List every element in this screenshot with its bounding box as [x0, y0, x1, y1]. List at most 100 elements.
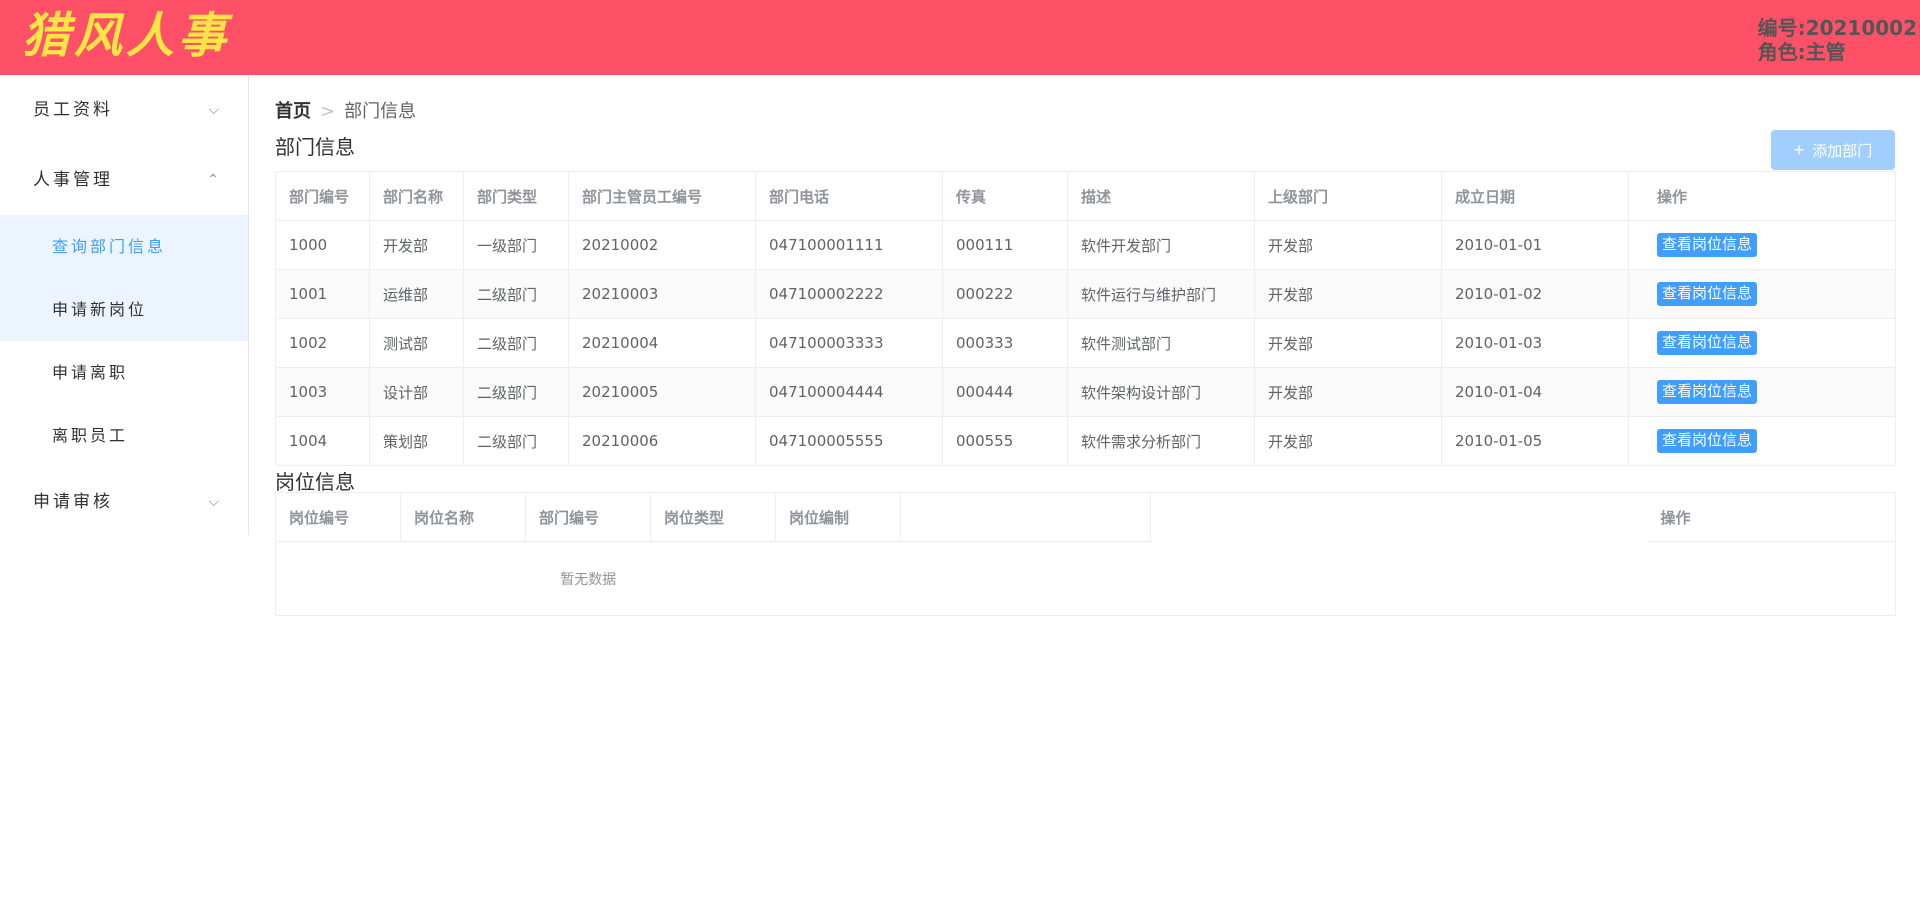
table-cell: 二级部门 — [463, 416, 569, 466]
menu-group-employee-profile[interactable]: 员工资料 ⌵ — [0, 75, 248, 145]
table-cell: 2010-01-05 — [1441, 416, 1629, 466]
table-cell: 二级部门 — [463, 269, 569, 319]
table-cell: 047100001111 — [755, 220, 943, 270]
table-cell: 2010-01-02 — [1441, 269, 1629, 319]
table-cell-action: 查看岗位信息 — [1628, 367, 1896, 417]
column-header[interactable]: 部门主管员工编号 — [568, 171, 756, 221]
menu-item-apply-new-post[interactable]: 申请新岗位 — [0, 278, 248, 341]
column-header[interactable]: 上级部门 — [1254, 171, 1442, 221]
user-role: 角色:主管 — [1757, 40, 1846, 64]
table-row[interactable]: 1004 策划部 二级部门 20210006 047100005555 0005… — [275, 416, 1896, 466]
table-cell: 047100004444 — [755, 367, 943, 417]
column-header[interactable]: 部门名称 — [369, 171, 464, 221]
plus-icon: + — [1793, 139, 1805, 160]
table-cell: 1001 — [275, 269, 370, 319]
menu-item-resigned-staff[interactable]: 离职员工 — [0, 404, 248, 467]
view-positions-button[interactable]: 查看岗位信息 — [1657, 429, 1758, 453]
view-positions-button[interactable]: 查看岗位信息 — [1657, 282, 1758, 306]
table-cell: 策划部 — [369, 416, 464, 466]
empty-spacer — [901, 542, 1896, 616]
table-cell: 047100005555 — [755, 416, 943, 466]
table-cell: 2010-01-04 — [1441, 367, 1629, 417]
table-cell: 20210002 — [568, 220, 756, 270]
table-cell: 软件测试部门 — [1067, 318, 1255, 368]
menu-group-label: 人事管理 — [33, 170, 113, 190]
chevron-down-icon: ⌵ — [208, 102, 222, 118]
table-cell: 开发部 — [369, 220, 464, 270]
table-cell: 运维部 — [369, 269, 464, 319]
column-header[interactable]: 传真 — [942, 171, 1068, 221]
table-cell: 2010-01-01 — [1441, 220, 1629, 270]
table-row[interactable]: 1001 运维部 二级部门 20210003 047100002222 0002… — [275, 269, 1896, 319]
table-cell: 开发部 — [1254, 220, 1442, 270]
table-cell: 20210005 — [568, 367, 756, 417]
dept-section-title: 部门信息 — [275, 135, 355, 159]
table-cell: 047100003333 — [755, 318, 943, 368]
add-department-button[interactable]: + 添加部门 — [1771, 130, 1895, 170]
column-header: 操作 — [1647, 492, 1896, 542]
department-table: 部门编号 部门名称 部门类型 部门主管员工编号 部门电话 传真 描述 上级部门 … — [275, 171, 1896, 466]
table-cell: 1003 — [275, 367, 370, 417]
table-cell: 000111 — [942, 220, 1068, 270]
table-cell: 开发部 — [1254, 416, 1442, 466]
breadcrumb-home[interactable]: 首页 — [275, 101, 311, 122]
column-header-blank — [900, 492, 1151, 542]
table-cell: 000444 — [942, 367, 1068, 417]
table-cell: 开发部 — [1254, 269, 1442, 319]
table-header-row: 岗位编号 岗位名称 部门编号 岗位类型 岗位编制 操作 — [275, 492, 1896, 542]
table-row[interactable]: 1003 设计部 二级部门 20210005 047100004444 0004… — [275, 367, 1896, 417]
chevron-right-icon: > — [320, 101, 336, 122]
column-header[interactable]: 岗位编制 — [775, 492, 901, 542]
column-header[interactable]: 描述 — [1067, 171, 1255, 221]
menu-group-personnel[interactable]: 人事管理 ⌃ — [0, 145, 248, 215]
view-positions-button[interactable]: 查看岗位信息 — [1657, 233, 1758, 257]
menu-item-apply-resign[interactable]: 申请离职 — [0, 341, 248, 404]
breadcrumb: 首页 > 部门信息 — [275, 97, 416, 123]
column-header[interactable]: 部门电话 — [755, 171, 943, 221]
app-logo: 猎风人事 — [22, 8, 231, 64]
sidebar-menu: 员工资料 ⌵ 人事管理 ⌃ 查询部门信息 申请新岗位 申请离职 离职员工 申请审… — [0, 75, 249, 535]
column-header[interactable]: 成立日期 — [1441, 171, 1629, 221]
column-header[interactable]: 岗位名称 — [400, 492, 526, 542]
post-table: 岗位编号 岗位名称 部门编号 岗位类型 岗位编制 操作 暂无数据 — [275, 492, 1896, 616]
menu-item-query-dept[interactable]: 查询部门信息 — [0, 215, 248, 278]
table-cell-action: 查看岗位信息 — [1628, 318, 1896, 368]
table-cell: 设计部 — [369, 367, 464, 417]
menu-group-approval[interactable]: 申请审核 ⌵ — [0, 467, 248, 537]
column-header[interactable]: 岗位类型 — [650, 492, 776, 542]
table-cell-action: 查看岗位信息 — [1628, 269, 1896, 319]
table-cell: 000333 — [942, 318, 1068, 368]
empty-placeholder: 暂无数据 — [560, 571, 617, 588]
column-header[interactable]: 部门编号 — [525, 492, 651, 542]
table-cell: 软件运行与维护部门 — [1067, 269, 1255, 319]
table-cell: 开发部 — [1254, 318, 1442, 368]
table-cell: 二级部门 — [463, 367, 569, 417]
table-cell: 1000 — [275, 220, 370, 270]
column-header[interactable]: 岗位编号 — [275, 492, 401, 542]
table-header-row: 部门编号 部门名称 部门类型 部门主管员工编号 部门电话 传真 描述 上级部门 … — [275, 171, 1896, 221]
table-cell: 软件开发部门 — [1067, 220, 1255, 270]
menu-group-label: 申请审核 — [33, 492, 113, 512]
app-header: 猎风人事 编号:20210002 角色:主管 — [0, 0, 1920, 75]
post-section-title: 岗位信息 — [275, 470, 355, 494]
table-cell: 测试部 — [369, 318, 464, 368]
user-info: 编号:20210002 角色:主管 — [1758, 16, 1917, 64]
menu-group-label: 员工资料 — [33, 100, 113, 120]
table-cell-action: 查看岗位信息 — [1628, 220, 1896, 270]
table-row[interactable]: 1002 测试部 二级部门 20210004 047100003333 0003… — [275, 318, 1896, 368]
chevron-down-icon: ⌵ — [208, 494, 222, 510]
table-cell: 2010-01-03 — [1441, 318, 1629, 368]
chevron-up-icon: ⌃ — [207, 172, 222, 188]
column-header[interactable]: 部门类型 — [463, 171, 569, 221]
table-cell-action: 查看岗位信息 — [1628, 416, 1896, 466]
table-cell: 000222 — [942, 269, 1068, 319]
breadcrumb-current: 部门信息 — [344, 101, 417, 122]
user-id: 编号:20210002 — [1757, 16, 1917, 40]
view-positions-button[interactable]: 查看岗位信息 — [1657, 380, 1758, 404]
table-cell: 000555 — [942, 416, 1068, 466]
column-header[interactable]: 部门编号 — [275, 171, 370, 221]
table-row[interactable]: 1000 开发部 一级部门 20210002 047100001111 0001… — [275, 220, 1896, 270]
table-cell: 20210003 — [568, 269, 756, 319]
view-positions-button[interactable]: 查看岗位信息 — [1657, 331, 1758, 355]
table-cell: 1004 — [275, 416, 370, 466]
